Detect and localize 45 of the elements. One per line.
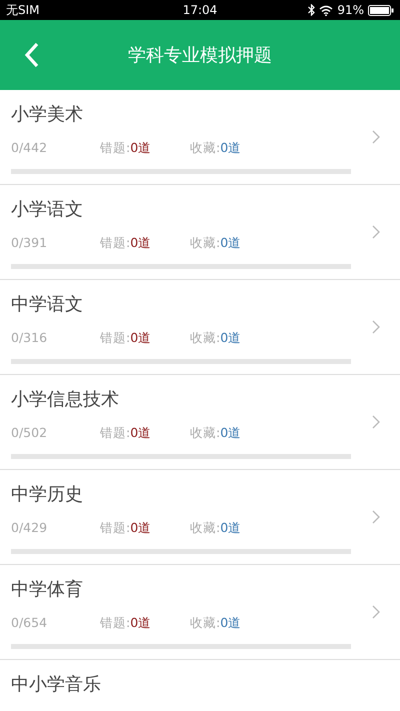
subject-name: 小学信息技术 — [11, 388, 120, 411]
chevron-icon — [372, 415, 380, 429]
wrong-count: 错题:0道 — [100, 425, 152, 442]
subject-name: 小学美术 — [11, 103, 84, 126]
subject-row[interactable]: 小学美术 0/442 错题:0道 收藏:0道 — [0, 90, 400, 185]
subject-row[interactable]: 中学历史 0/429 错题:0道 收藏:0道 — [0, 470, 400, 565]
wrong-count: 错题:0道 — [100, 615, 152, 632]
favorite-count: 收藏:0道 — [190, 520, 242, 537]
favorite-count: 收藏:0道 — [190, 235, 242, 252]
favorite-count: 收藏:0道 — [190, 615, 242, 632]
chevron-icon — [372, 225, 380, 239]
battery-percent: 91% — [337, 3, 364, 17]
wrong-count: 错题:0道 — [100, 520, 152, 537]
carrier: 无SIM — [6, 2, 40, 18]
progress-count: 0/391 — [11, 235, 48, 252]
bluetooth-icon — [308, 4, 316, 16]
subject-row[interactable]: 小学信息技术 0/502 错题:0道 收藏:0道 — [0, 375, 400, 470]
favorite-count: 收藏:0道 — [190, 140, 242, 157]
chevron-icon — [372, 320, 380, 334]
chevron-icon — [372, 605, 380, 619]
progress-count: 0/654 — [11, 615, 48, 632]
wrong-count: 错题:0道 — [100, 235, 152, 252]
subject-row[interactable]: 中学体育 0/654 错题:0道 收藏:0道 — [0, 565, 400, 660]
progress-count: 0/429 — [11, 520, 48, 537]
subject-name: 中学体育 — [11, 578, 84, 601]
wrong-count: 错题:0道 — [100, 330, 152, 347]
favorite-count: 收藏:0道 — [190, 330, 242, 347]
subject-row[interactable]: 中小学音乐 — [0, 660, 400, 711]
wrong-count: 错题:0道 — [100, 140, 152, 157]
clock: 17:04 — [182, 3, 218, 17]
progress-count: 0/502 — [11, 425, 48, 442]
chevron-icon — [372, 130, 380, 144]
chevron-icon — [372, 510, 380, 524]
progress-count: 0/442 — [11, 140, 48, 157]
subject-name: 中学语文 — [11, 293, 84, 316]
subject-row[interactable]: 小学语文 0/391 错题:0道 收藏:0道 — [0, 185, 400, 280]
favorite-count: 收藏:0道 — [190, 425, 242, 442]
subject-row[interactable]: 中学语文 0/316 错题:0道 收藏:0道 — [0, 280, 400, 375]
subject-name: 中小学音乐 — [11, 673, 102, 696]
battery-icon — [368, 4, 394, 16]
progress-count: 0/316 — [11, 330, 48, 347]
wifi-icon — [319, 4, 334, 16]
subject-name: 小学语文 — [11, 198, 84, 221]
page-title: 学科专业模拟押题 — [128, 45, 272, 66]
subject-name: 中学历史 — [11, 483, 84, 506]
